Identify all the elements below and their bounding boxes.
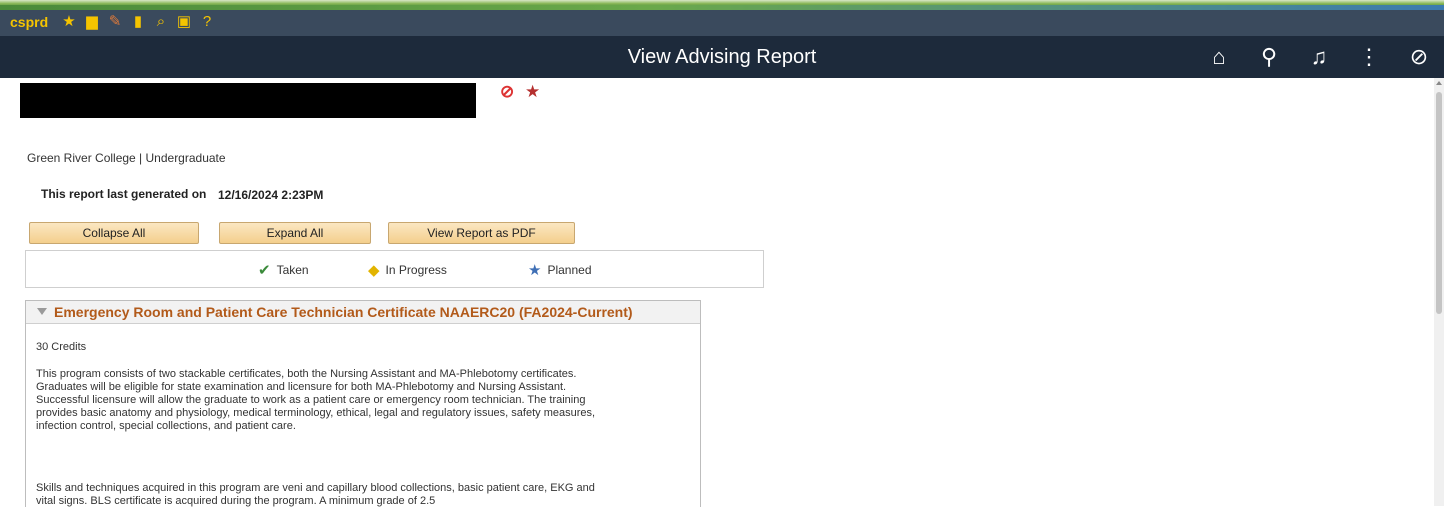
help-icon[interactable]: ? (198, 13, 216, 31)
institution-career: Green River College | Undergraduate (27, 151, 226, 165)
star-icon: ★ (525, 82, 541, 101)
environment-label: csprd (10, 14, 49, 30)
generated-date: 12/16/2024 2:23PM (218, 188, 324, 202)
program-credits: 30 Credits (36, 341, 87, 353)
header-actions: ⌂ ⚲ ♫ ⋮ ⊘ (1194, 43, 1444, 71)
top-color-stripe (0, 0, 1444, 10)
program-requirement-panel: Emergency Room and Patient Care Technici… (25, 300, 701, 507)
pia-toolbar: csprd ★ ▆ ✎ ▮ ⌕ ▣ ? (0, 10, 1444, 36)
diamond-icon: ◆ (368, 262, 380, 279)
status-legend: ✔ Taken ◆ In Progress ★ Planned (25, 250, 764, 288)
search-icon[interactable]: ⌕ (152, 13, 170, 31)
banner-header: View Advising Report ⌂ ⚲ ♫ ⋮ ⊘ (0, 36, 1444, 78)
legend-taken: ✔ Taken (258, 262, 309, 279)
expand-all-button[interactable]: Expand All (219, 222, 371, 244)
collapse-triangle-icon[interactable] (37, 308, 47, 315)
redacted-student-name (20, 83, 476, 118)
collapse-all-button[interactable]: Collapse All (29, 222, 199, 244)
star-icon: ★ (528, 262, 542, 279)
search-icon[interactable]: ⚲ (1244, 43, 1294, 71)
bell-icon[interactable]: ♫ (1294, 43, 1344, 71)
scrollbar-thumb[interactable] (1436, 92, 1442, 314)
more-vertical-icon[interactable]: ⋮ (1344, 43, 1394, 71)
toolbar-icons: ★ ▆ ✎ ▮ ⌕ ▣ ? (60, 13, 216, 31)
prohibit-icon: ⊘ (500, 82, 515, 101)
tool-icon[interactable]: ▣ (175, 13, 193, 31)
legend-planned: ★ Planned (528, 262, 592, 279)
folder-icon[interactable]: ▆ (83, 13, 101, 31)
program-skills: Skills and techniques acquired in this p… (36, 482, 595, 507)
page-content: ⊘ ★ Green River College | Undergraduate … (0, 78, 1434, 507)
legend-in-progress: ◆ In Progress (368, 262, 447, 279)
document-icon[interactable]: ▮ (129, 13, 147, 31)
view-pdf-button[interactable]: View Report as PDF (388, 222, 575, 244)
vertical-scrollbar[interactable] (1434, 78, 1444, 506)
program-title[interactable]: Emergency Room and Patient Care Technici… (54, 304, 633, 320)
generated-label: This report last generated on (41, 187, 207, 201)
scroll-up-arrow-icon[interactable] (1436, 81, 1442, 85)
star-icon[interactable]: ★ (60, 13, 78, 31)
check-circle-icon: ✔ (258, 262, 271, 279)
compass-icon[interactable]: ⊘ (1394, 43, 1444, 71)
home-icon[interactable]: ⌂ (1194, 43, 1244, 71)
program-panel-header[interactable]: Emergency Room and Patient Care Technici… (26, 301, 700, 324)
pencil-icon[interactable]: ✎ (106, 13, 124, 31)
program-description: This program consists of two stackable c… (36, 368, 596, 432)
